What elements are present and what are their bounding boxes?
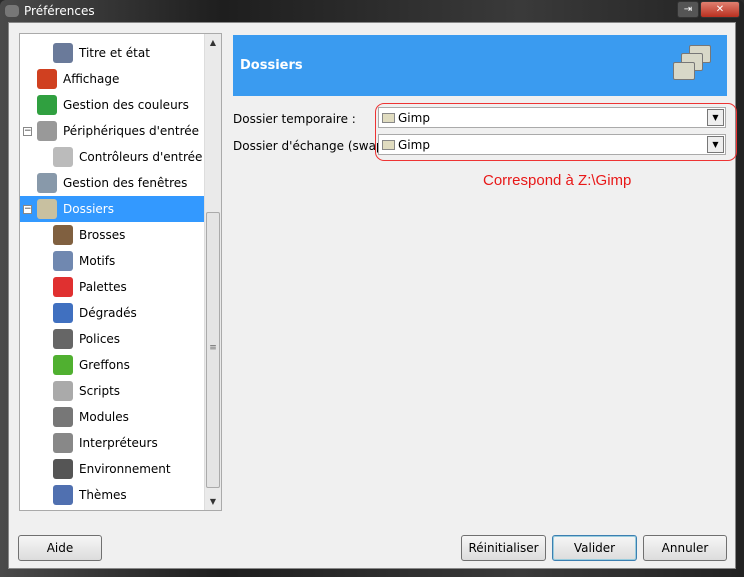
patterns-icon (53, 251, 73, 271)
palettes-icon (53, 277, 73, 297)
help-button[interactable]: Aide (18, 535, 102, 561)
tree-item-label: Motifs (79, 254, 116, 268)
tree-item-label: Dégradés (79, 306, 137, 320)
cancel-button[interactable]: Annuler (643, 535, 727, 561)
page-title: Dossiers (240, 58, 303, 73)
folder-icon (382, 139, 395, 150)
window-management-icon (37, 173, 57, 193)
tree-item[interactable]: Interpréteurs (20, 430, 204, 456)
plugins-icon (53, 355, 73, 375)
tree-item-label: Gestion des fenêtres (63, 176, 188, 190)
tree-item[interactable]: Dégradés (20, 300, 204, 326)
input-controllers-icon (53, 147, 73, 167)
tree-item-label: Polices (79, 332, 121, 346)
swap-folder-label: Dossier d'échange (swap) : (233, 139, 397, 153)
tree-item-label: Titre et état (79, 46, 150, 60)
swap-folder-value: Gimp (398, 137, 430, 152)
tree-item[interactable]: Polices (20, 326, 204, 352)
scroll-up-arrow[interactable]: ▲ (205, 38, 221, 47)
tree-scrollbar[interactable]: ▲ ≡ ▼ (204, 34, 221, 510)
tree-item-label: Contrôleurs d'entrée (79, 150, 203, 164)
tree-item-label: Gestion des couleurs (63, 98, 189, 112)
environment-icon (53, 459, 73, 479)
close-button[interactable]: ✕ (700, 1, 740, 18)
preferences-window: Préférences ⇥ ✕ ▲ ≡ ▼ Titre et état Affic… (0, 0, 744, 577)
gradients-icon (53, 303, 73, 323)
restore-button[interactable]: ⇥ (677, 1, 699, 18)
dialog-body: ▲ ≡ ▼ Titre et état Affichage Gestion des … (8, 22, 737, 569)
chevron-down-icon[interactable]: ▼ (707, 136, 724, 153)
scroll-down-arrow[interactable]: ▼ (205, 497, 221, 506)
tree-item-label: Affichage (63, 72, 120, 86)
tree-item-label: Thèmes (79, 488, 127, 502)
tree-item-label: Palettes (79, 280, 127, 294)
tree-item[interactable]: Motifs (20, 248, 204, 274)
modules-icon (53, 407, 73, 427)
interpreters-icon (53, 433, 73, 453)
tree-item[interactable]: Scripts (20, 378, 204, 404)
annotation-text: Correspond à Z:\Gimp (483, 172, 632, 189)
scripts-icon (53, 381, 73, 401)
fonts-icon (53, 329, 73, 349)
temp-folder-value: Gimp (398, 110, 430, 125)
tree-item-label: Interpréteurs (79, 436, 158, 450)
tree-item-label: Scripts (79, 384, 121, 398)
collapse-icon[interactable]: − (23, 204, 32, 214)
page-header: Dossiers (233, 35, 727, 96)
gimp-icon (5, 5, 19, 17)
tree-item[interactable]: Gestion des couleurs (20, 92, 204, 118)
tree-item[interactable]: − Dossiers (20, 196, 204, 222)
themes-icon (53, 485, 73, 505)
folder-icon (382, 112, 395, 123)
category-tree: ▲ ≡ ▼ Titre et état Affichage Gestion des … (19, 33, 222, 511)
folders-icon (37, 199, 57, 219)
tree-item-label: Périphériques d'entrée (63, 124, 200, 138)
temp-folder-select[interactable]: Gimp ▼ (378, 107, 726, 128)
title-status-icon (53, 43, 73, 63)
display-icon (37, 69, 57, 89)
tree-item-label: Modules (79, 410, 129, 424)
chevron-down-icon[interactable]: ▼ (707, 109, 724, 126)
reset-button[interactable]: Réinitialiser (461, 535, 546, 561)
tree-item[interactable]: Contrôleurs d'entrée (20, 144, 204, 170)
input-devices-icon (37, 121, 57, 141)
tree-item[interactable]: Palettes (20, 274, 204, 300)
tree-item[interactable]: Thèmes (20, 482, 204, 508)
brush-icon (53, 225, 73, 245)
tree-item[interactable]: Affichage (20, 66, 204, 92)
tree-item[interactable]: Environnement (20, 456, 204, 482)
window-title: Préférences (24, 4, 95, 18)
tree-item-label: Environnement (79, 462, 171, 476)
tree-item[interactable]: Greffons (20, 352, 204, 378)
color-management-icon (37, 95, 57, 115)
tree-item[interactable]: Gestion des fenêtres (20, 170, 204, 196)
tree-item[interactable]: Brosses (20, 222, 204, 248)
collapse-icon[interactable]: − (23, 126, 32, 136)
tree-item[interactable]: − Périphériques d'entrée (20, 118, 204, 144)
swap-folder-select[interactable]: Gimp ▼ (378, 134, 726, 155)
temp-folder-label: Dossier temporaire : (233, 112, 356, 126)
scrollbar-thumb[interactable]: ≡ (206, 212, 220, 488)
tree-item-label: Dossiers (63, 202, 114, 216)
ok-button[interactable]: Valider (552, 535, 637, 561)
tree-item-label: Brosses (79, 228, 126, 242)
tree-item[interactable]: Modules (20, 404, 204, 430)
tree-item[interactable]: Titre et état (20, 40, 204, 66)
tree-item-label: Greffons (79, 358, 130, 372)
